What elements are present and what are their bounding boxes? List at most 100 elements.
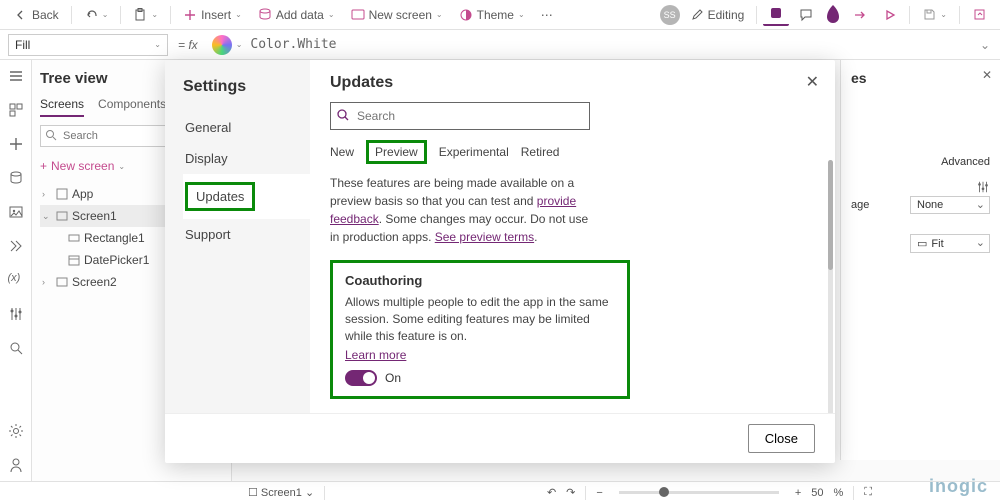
share-button[interactable] <box>847 5 873 25</box>
tab-screens[interactable]: Screens <box>40 97 84 117</box>
hamburger-icon[interactable] <box>8 68 24 84</box>
editing-label: Editing <box>708 8 745 22</box>
left-rail: (x) <box>0 60 32 481</box>
settings-tab-experimental[interactable]: Experimental <box>439 143 509 161</box>
properties-title: es <box>851 70 990 86</box>
undo-button[interactable]: ⌄ <box>78 5 115 25</box>
tree-item-label: Screen2 <box>72 275 117 289</box>
ask-virtual-agent-icon[interactable] <box>8 457 24 473</box>
settings-search-input[interactable] <box>330 102 590 130</box>
redo-status-icon[interactable]: ↷ <box>566 486 575 499</box>
scrollbar[interactable] <box>828 160 833 413</box>
database-icon <box>258 8 272 22</box>
advanced-tools-icon[interactable] <box>8 306 24 322</box>
caret-right-icon: › <box>42 189 52 199</box>
settings-sidebar: Settings General Display Updates Support <box>165 60 310 413</box>
avatar[interactable]: SS <box>660 5 680 25</box>
add-data-button[interactable]: Add data ⌄ <box>252 5 341 25</box>
settings-nav-general[interactable]: General <box>183 112 310 143</box>
close-button[interactable]: Close <box>748 424 815 453</box>
selected-screen-button[interactable]: ☐ Screen1 ⌄ <box>248 486 314 499</box>
properties-tab-advanced[interactable]: Advanced <box>941 156 990 168</box>
checker-button[interactable] <box>763 3 789 26</box>
settings-tab-preview[interactable]: Preview <box>366 140 427 164</box>
power-apps-logo-icon <box>823 3 843 27</box>
theme-button[interactable]: Theme ⌄ <box>453 5 531 25</box>
arrow-left-icon <box>14 8 28 22</box>
fit-icon: ▭ <box>917 238 927 250</box>
new-screen-label: New screen <box>369 8 432 22</box>
clipboard-icon <box>133 8 147 22</box>
coauthoring-toggle[interactable] <box>345 370 377 386</box>
insert-button[interactable]: Insert ⌄ <box>177 5 248 25</box>
chevron-down-icon: ⌄ <box>154 40 161 49</box>
undo-icon <box>84 8 98 22</box>
settings-tab-new[interactable]: New <box>330 143 354 161</box>
settings-nav-display[interactable]: Display <box>183 143 310 174</box>
insert-rail-icon[interactable] <box>8 136 24 152</box>
save-icon <box>922 8 936 22</box>
media-rail-icon[interactable] <box>8 204 24 220</box>
chevron-down-icon: ⌄ <box>102 10 109 19</box>
power-automate-icon[interactable] <box>8 238 24 254</box>
undo-status-icon[interactable]: ↶ <box>547 486 556 499</box>
preview-button[interactable] <box>877 5 903 25</box>
learn-more-link[interactable]: Learn more <box>345 348 406 362</box>
fit-to-screen-button[interactable]: ⛶ <box>864 486 872 499</box>
copilot-icon[interactable] <box>212 35 232 55</box>
zoom-in-button[interactable]: + <box>795 487 801 499</box>
publish-button[interactable] <box>966 5 992 25</box>
tree-item-label: Screen1 <box>72 209 117 223</box>
data-rail-icon[interactable] <box>8 170 24 186</box>
settings-tab-retired[interactable]: Retired <box>521 143 560 161</box>
property-selector[interactable]: Fill ⌄ <box>8 34 168 56</box>
image-select[interactable]: None <box>910 196 990 214</box>
more-button[interactable]: ⋯ <box>535 5 560 25</box>
screen-icon <box>56 210 68 222</box>
search-icon <box>45 129 57 141</box>
new-screen-button[interactable]: New screen ⌄ <box>345 5 449 25</box>
close-icon[interactable]: ✕ <box>982 68 992 82</box>
formula-input[interactable]: Color.White <box>242 37 970 52</box>
settings-nav-support[interactable]: Support <box>183 219 310 250</box>
preview-terms-link[interactable]: See preview terms <box>435 230 534 244</box>
formula-bar: Fill ⌄ = fx ⌄ Color.White ⌄ <box>0 30 1000 60</box>
editing-mode-button[interactable]: Editing <box>684 5 751 25</box>
formula-bar-icon[interactable] <box>976 180 990 194</box>
zoom-slider[interactable] <box>619 491 779 494</box>
back-button[interactable]: Back <box>8 5 65 25</box>
image-position-select[interactable]: ▭Fit <box>910 234 990 253</box>
chevron-down-icon: ⌄ <box>151 10 158 19</box>
chevron-down-icon: ⌄ <box>940 10 947 19</box>
tab-components[interactable]: Components <box>98 97 166 117</box>
zoom-out-button[interactable]: − <box>596 487 602 499</box>
publish-icon <box>972 8 986 22</box>
search-rail-icon[interactable] <box>8 340 24 356</box>
variables-icon[interactable]: (x) <box>8 272 24 288</box>
paste-button[interactable]: ⌄ <box>127 5 164 25</box>
back-label: Back <box>32 8 59 22</box>
tree-item-label: DatePicker1 <box>84 253 149 267</box>
coauthoring-feature: Coauthoring Allows multiple people to ed… <box>330 260 630 399</box>
screen-icon <box>351 8 365 22</box>
calendar-icon <box>68 254 80 266</box>
settings-rail-icon[interactable] <box>8 423 24 439</box>
tree-item-label: App <box>72 187 93 201</box>
modal-footer: Close <box>165 413 835 463</box>
chevron-down-icon[interactable]: ⌄ <box>236 40 243 49</box>
settings-content: ✕ Updates New Preview Experimental Retir… <box>310 60 835 413</box>
settings-page-title: Updates <box>330 74 815 92</box>
tree-view-icon[interactable] <box>8 102 24 118</box>
tree-item-label: Rectangle1 <box>84 231 145 245</box>
theme-label: Theme <box>477 8 514 22</box>
property-label: age <box>851 199 869 211</box>
coauthoring-title: Coauthoring <box>345 273 615 288</box>
formula-expand-button[interactable]: ⌄ <box>970 38 1000 52</box>
comments-button[interactable] <box>793 5 819 25</box>
settings-nav-updates[interactable]: Updates <box>183 174 310 219</box>
close-icon[interactable]: ✕ <box>806 72 819 92</box>
share-icon <box>853 8 867 22</box>
save-button[interactable]: ⌄ <box>916 5 953 25</box>
app-icon <box>56 188 68 200</box>
chevron-down-icon: ⌄ <box>328 10 335 19</box>
